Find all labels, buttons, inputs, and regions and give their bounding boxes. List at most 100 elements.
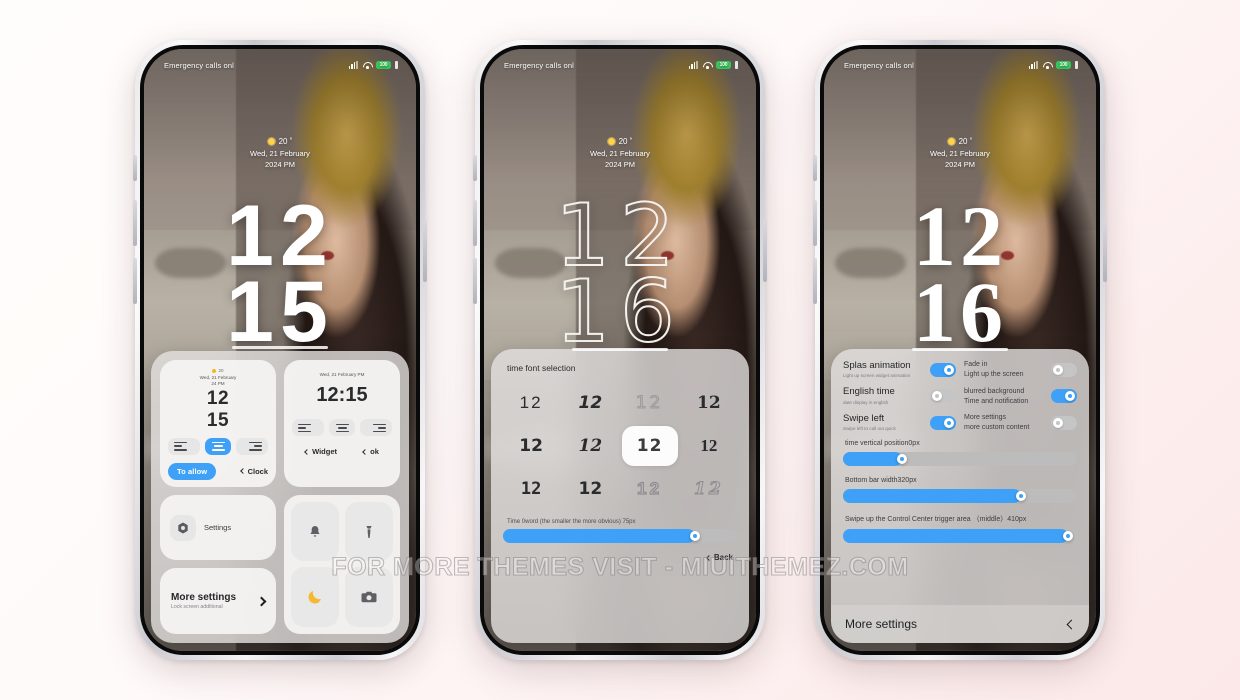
font-option[interactable]: 12 (562, 469, 618, 509)
lock-info-3: 20 ˚ Wed, 21 February 2024 PM (824, 137, 1096, 169)
setting-title: blurred background (964, 387, 1025, 395)
setting-title: Splas animation (843, 360, 911, 371)
clock-style-preview-left[interactable]: 20 Wed, 21 February 24 PM 12 15 To allow (160, 360, 276, 487)
home-indicator-1 (232, 345, 328, 349)
toggle-switch[interactable] (930, 415, 956, 430)
font-option[interactable]: 12 (681, 469, 737, 509)
more-settings-subtitle: Lock screen additional (171, 604, 223, 611)
preview-time-label: 24 PM (211, 381, 225, 386)
alignment-options-left (168, 437, 268, 455)
toggle-switch[interactable] (1051, 389, 1077, 404)
toggle-switch[interactable] (1051, 362, 1077, 377)
more-settings-title: More settings (171, 592, 237, 604)
clock-style-preview-right[interactable]: Wed, 21 February PM 12:15 Widget ok (284, 360, 400, 487)
volume-up-button[interactable] (133, 200, 137, 246)
font-option[interactable]: 12 (562, 426, 618, 466)
status-bar-3: Emergency calls onl 100 (824, 49, 1096, 77)
power-button[interactable] (1103, 220, 1107, 282)
year-period-label: 2024 PM (944, 160, 976, 169)
setting-subtitle: Swipe left to call out quick (843, 426, 896, 432)
preview-clock-hours: 12 (206, 388, 230, 409)
setting-blurred-background[interactable]: blurred background Time and notification (964, 387, 1077, 405)
font-size-slider[interactable] (503, 529, 737, 543)
battery-secondary-icon (735, 61, 738, 69)
sheet-footer[interactable]: More settings (831, 605, 1089, 643)
setting-fade-in[interactable]: Fade in Light up the screen (964, 361, 1077, 378)
more-settings-card[interactable]: More settings Lock screen additional (160, 568, 276, 634)
font-option[interactable]: 12 (622, 383, 678, 423)
font-option[interactable]: 12 (622, 469, 678, 509)
toggle-switch[interactable] (930, 389, 956, 404)
bell-icon[interactable] (291, 501, 339, 562)
settings-row: Splas animation Light up screen widget a… (843, 360, 1077, 378)
clock-back-link[interactable]: Clock (239, 467, 268, 476)
setting-more-settings[interactable]: More settings more custom content (964, 414, 1077, 431)
chevron-left-icon (239, 468, 246, 475)
carrier-label: Emergency calls onl (504, 60, 574, 70)
ok-back-link[interactable]: ok (362, 447, 379, 456)
volume-down-button[interactable] (813, 258, 817, 304)
moon-icon[interactable] (291, 567, 339, 627)
battery-secondary-icon (1075, 61, 1078, 69)
setting-swipe-left[interactable]: Swipe left Swipe left to call out quick (843, 413, 956, 432)
temperature-label: 20 ˚ (618, 137, 633, 146)
setting-english-time[interactable]: English time date display in english (843, 386, 956, 405)
slider-track[interactable] (843, 452, 1077, 467)
phone-device-2: Emergency calls onl 100 20 ˚ Wed, 21 Feb… (473, 40, 767, 660)
settings-card[interactable]: Settings (160, 494, 276, 561)
slider-control-center-trigger: Swipe up the Control Center trigger area… (843, 514, 1077, 544)
camera-icon[interactable] (345, 567, 393, 627)
align-center-button-right[interactable] (329, 419, 355, 437)
align-right-button[interactable] (236, 437, 268, 455)
toggle-switch[interactable] (1051, 415, 1077, 430)
year-period-label: 2024 PM (264, 160, 296, 169)
font-option[interactable]: 12 (562, 383, 618, 423)
volume-down-button[interactable] (133, 258, 137, 304)
back-label: Back (713, 553, 733, 562)
slider-bottom-bar-width: Bottom bar width320px (843, 477, 1077, 504)
lockscreen-editor-sheet: 20 Wed, 21 February 24 PM 12 15 To allow (151, 351, 409, 643)
setting-splash-animation[interactable]: Splas animation Light up screen widget a… (843, 360, 956, 378)
mute-switch[interactable] (813, 155, 817, 181)
slider-track[interactable] (843, 529, 1077, 544)
lock-clock-2: 12 16 (484, 192, 756, 355)
lock-info-2: 20 ˚ Wed, 21 February 2024 PM (484, 137, 756, 169)
mute-switch[interactable] (133, 155, 137, 181)
allow-button[interactable]: To allow (168, 462, 217, 480)
align-center-button[interactable] (205, 437, 231, 455)
align-right-button-right[interactable] (360, 419, 392, 437)
font-option-selected[interactable]: 12 (621, 426, 678, 466)
phone-screen-2: Emergency calls onl 100 20 ˚ Wed, 21 Feb… (484, 49, 756, 651)
font-option[interactable]: 12 (503, 383, 559, 423)
year-period-label: 2024 PM (604, 160, 636, 169)
flashlight-icon[interactable] (345, 501, 393, 562)
widget-back-link[interactable]: Widget (304, 447, 337, 457)
toggle-switch[interactable] (930, 362, 956, 377)
battery-icon: 100 (716, 61, 731, 69)
home-indicator-2 (572, 347, 668, 351)
align-left-button-right[interactable] (292, 419, 324, 437)
volume-up-button[interactable] (473, 200, 477, 246)
power-button[interactable] (423, 220, 427, 282)
sun-icon (607, 138, 615, 145)
chevron-left-icon (706, 554, 712, 561)
settings-row: Swipe left Swipe left to call out quick … (843, 413, 1077, 432)
font-option[interactable]: 12 (503, 426, 559, 466)
lock-clock-1: 12 15 (144, 193, 416, 354)
volume-down-button[interactable] (473, 258, 477, 304)
widget-back-label: Widget (312, 447, 337, 457)
temperature-label: 20 ˚ (958, 137, 973, 146)
wifi-icon (1042, 61, 1052, 69)
preview-clock-inline: 12:15 (316, 384, 368, 406)
setting-title: English time (843, 386, 895, 398)
font-option[interactable]: 12 (681, 383, 737, 423)
back-link[interactable]: Back (706, 553, 733, 562)
mute-switch[interactable] (473, 155, 477, 181)
font-option[interactable]: 12 (503, 469, 559, 509)
power-button[interactable] (763, 220, 767, 282)
preview-date-right: Wed, 21 February PM (319, 372, 365, 377)
font-option[interactable]: 12 (681, 426, 737, 466)
align-left-button[interactable] (168, 437, 200, 455)
volume-up-button[interactable] (813, 200, 817, 246)
slider-track[interactable] (843, 489, 1077, 504)
